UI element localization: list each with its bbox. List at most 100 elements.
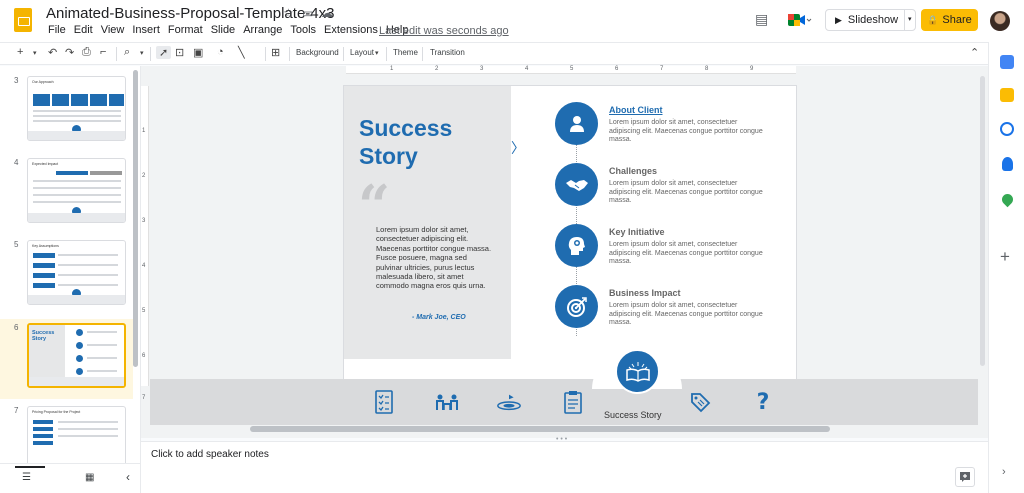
item-title-key-initiative[interactable]: Key Initiative [609,227,665,237]
share-button[interactable]: 🔒 Share [921,9,978,31]
image-icon[interactable]: ▣ [193,46,203,59]
item-text-key-initiative[interactable]: Lorem ipsum dolor sit amet, consectetuer… [609,241,764,267]
comment-plus-icon [960,472,970,482]
nav-checklist-button[interactable] [371,389,397,415]
grid-view-icon[interactable]: ▦ [85,472,94,483]
line-icon[interactable]: ╲ [238,46,245,59]
slide-thumbnail-4[interactable]: Expected Impact [27,158,126,223]
star-icon[interactable]: ☆ [283,6,294,20]
slides-logo-icon[interactable] [14,8,32,32]
goal-target-icon [497,394,521,411]
speaker-notes-placeholder[interactable]: Click to add speaker notes [151,449,269,460]
handshake-icon [565,179,588,191]
item-text-about-client[interactable]: Lorem ipsum dolor sit amet, consectetuer… [609,119,764,145]
transition-button[interactable]: Transition [430,48,465,57]
current-slide[interactable]: 〉 Success Story “ Lorem ipsum dolor sit … [344,86,796,386]
calendar-icon[interactable] [1000,55,1014,69]
paint-format-icon[interactable]: ⌐ [100,46,106,58]
last-edit-link[interactable]: Last edit was seconds ago [379,25,509,37]
slide-number: 3 [14,76,19,85]
menu-insert[interactable]: Insert [128,24,164,36]
slide-title[interactable]: Success Story [359,114,509,170]
collapse-filmstrip-icon[interactable]: ‹ [126,470,130,484]
contacts-icon[interactable] [1002,157,1013,171]
nav-meeting-button[interactable] [434,389,460,415]
slideshow-label: Slideshow [847,14,899,26]
item-circle-challenges [555,163,598,206]
background-button[interactable]: Background [296,48,339,57]
item-text-business-impact[interactable]: Lorem ipsum dolor sit amet, consectetuer… [609,302,764,328]
canvas-horizontal-scrollbar[interactable] [250,426,830,432]
zoom-icon[interactable]: ⌕ [124,46,130,59]
horizontal-ruler: 1 2 3 4 5 6 7 8 9 [346,66,796,74]
menu-extensions[interactable]: Extensions [320,24,382,36]
menu-file[interactable]: File [44,24,70,36]
filmstrip-scrollbar[interactable] [133,70,138,367]
app-header: Animated-Business-Proposal-Template-4x3 … [0,0,1024,42]
new-slide-icon[interactable]: + [17,46,23,58]
layout-dropdown-icon[interactable]: ▾ [375,49,379,57]
print-icon[interactable]: ⎙ [82,46,91,59]
quote-author[interactable]: - Mark Joe, CEO [412,314,466,321]
slide-thumbnail-7[interactable]: Pricing Proposal for the Project [27,406,126,463]
filmstrip-view-icon[interactable]: ☰ [22,472,31,483]
nav-price-tag-button[interactable] [687,389,713,415]
slide-thumbnail-3[interactable]: Our Approach [27,76,126,141]
slide-number: 6 [14,323,19,332]
menu-edit[interactable]: Edit [70,24,97,36]
zoom-dropdown-icon[interactable]: ▾ [140,49,144,57]
nav-goal-button[interactable] [496,389,522,415]
textbox-icon[interactable]: ⊡ [175,46,184,59]
slide-thumbnail-6[interactable]: Success Story [27,323,126,388]
speaker-notes-panel[interactable]: Click to add speaker notes [141,441,988,493]
redo-icon[interactable]: ↷ [65,46,74,59]
keep-icon[interactable] [1000,88,1014,102]
meeting-icon [436,394,458,410]
layout-button[interactable]: Layout [350,48,374,57]
move-folder-icon[interactable]: ▭ [302,6,313,20]
item-circle-key-initiative [555,224,598,267]
side-panel-rail: + › [988,42,1024,493]
checklist-icon [375,390,393,414]
target-icon [566,296,587,317]
item-circle-business-impact [555,285,598,328]
expand-panel-icon[interactable]: › [1002,466,1006,478]
add-comment-icon[interactable]: ⊞ [271,46,280,59]
slideshow-dropdown-icon[interactable]: ▾ [904,10,912,30]
slide-title-line2: Story [359,143,418,169]
canvas-vertical-scrollbar[interactable] [980,76,985,366]
item-title-business-impact[interactable]: Business Impact [609,288,681,298]
nav-active-circle[interactable] [615,349,660,394]
select-cursor-icon[interactable]: ➚ [156,46,172,59]
cloud-saved-icon[interactable]: ☁ [321,6,333,20]
item-title-challenges[interactable]: Challenges [609,166,657,176]
menu-view[interactable]: View [97,24,129,36]
menu-slide[interactable]: Slide [207,24,239,36]
tasks-icon[interactable] [1000,122,1014,136]
nav-clipboard-button[interactable] [560,389,586,415]
add-on-plus-icon[interactable]: + [1000,247,1010,267]
add-comment-button[interactable] [955,467,975,487]
clipboard-icon [564,391,582,414]
slide-number: 7 [14,406,19,415]
quote-text[interactable]: Lorem ipsum dolor sit amet, consectetuer… [376,225,494,291]
undo-icon[interactable]: ↶ [48,46,57,59]
comment-history-icon[interactable]: ▤ [755,11,768,28]
slide-thumbnail-5[interactable]: Key Assumptions [27,240,126,305]
item-text-challenges[interactable]: Lorem ipsum dolor sit amet, consectetuer… [609,180,764,206]
nav-help-button[interactable]: ? [750,389,776,415]
view-active-indicator [15,466,45,468]
maps-icon[interactable] [999,191,1016,208]
collapse-toolbar-icon[interactable]: ⌃ [970,46,979,59]
meet-button[interactable] [786,11,812,29]
new-slide-dropdown-icon[interactable]: ▾ [33,49,37,57]
theme-button[interactable]: Theme [393,48,418,57]
menu-format[interactable]: Format [164,24,207,36]
item-title-about-client[interactable]: About Client [609,105,663,115]
slide-filmstrip: 3 Our Approach 4 Expected Impact 5 Key A… [0,66,141,463]
menu-tools[interactable]: Tools [286,24,320,36]
slideshow-button[interactable]: ▶ Slideshow ▾ [825,9,916,31]
user-avatar[interactable] [990,11,1010,31]
shape-icon[interactable]: ◔ [217,46,224,58]
menu-arrange[interactable]: Arrange [239,24,286,36]
